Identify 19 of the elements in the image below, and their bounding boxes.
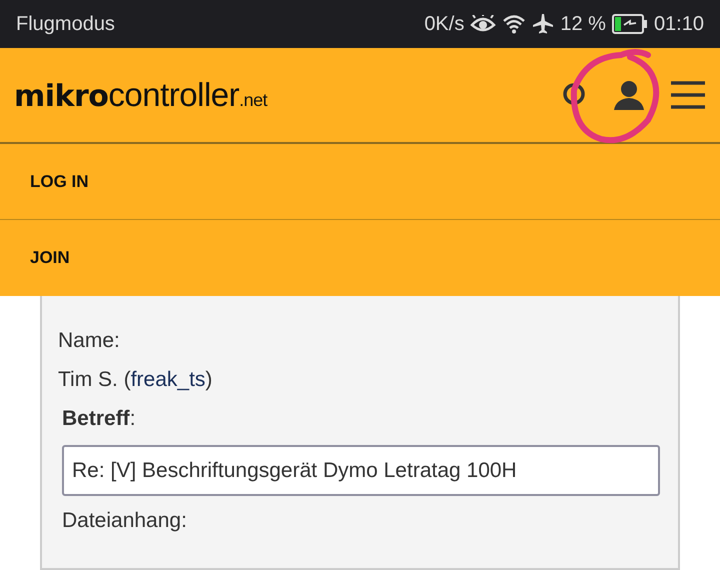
airplane-icon — [532, 13, 554, 35]
carrier-label: Flugmodus — [16, 12, 115, 36]
author-name: Tim S. (freak_ts) — [58, 367, 214, 393]
wifi-icon — [502, 14, 526, 34]
network-speed: 0K/s — [424, 12, 464, 36]
user-icon[interactable] — [612, 78, 646, 112]
subject-label: Betreff: — [62, 406, 137, 432]
battery-icon — [612, 14, 648, 34]
menu-link[interactable]: LOG IN — [0, 144, 720, 220]
menu-link[interactable]: JOIN — [0, 220, 720, 296]
eye-icon — [470, 15, 496, 33]
menu-icon[interactable] — [670, 80, 706, 110]
battery-percent: 12 % — [560, 12, 606, 36]
username-link[interactable]: freak_ts — [130, 368, 206, 391]
site-logo[interactable]: mikrocontroller.net — [14, 76, 268, 114]
subject-field[interactable]: Re: [V] Beschriftungsgerät Dymo Letratag 100H — [62, 445, 660, 496]
attachment-label: Dateianhang: — [62, 508, 188, 534]
clock: 01:10 — [654, 12, 704, 36]
name-label: Name: — [58, 328, 121, 354]
